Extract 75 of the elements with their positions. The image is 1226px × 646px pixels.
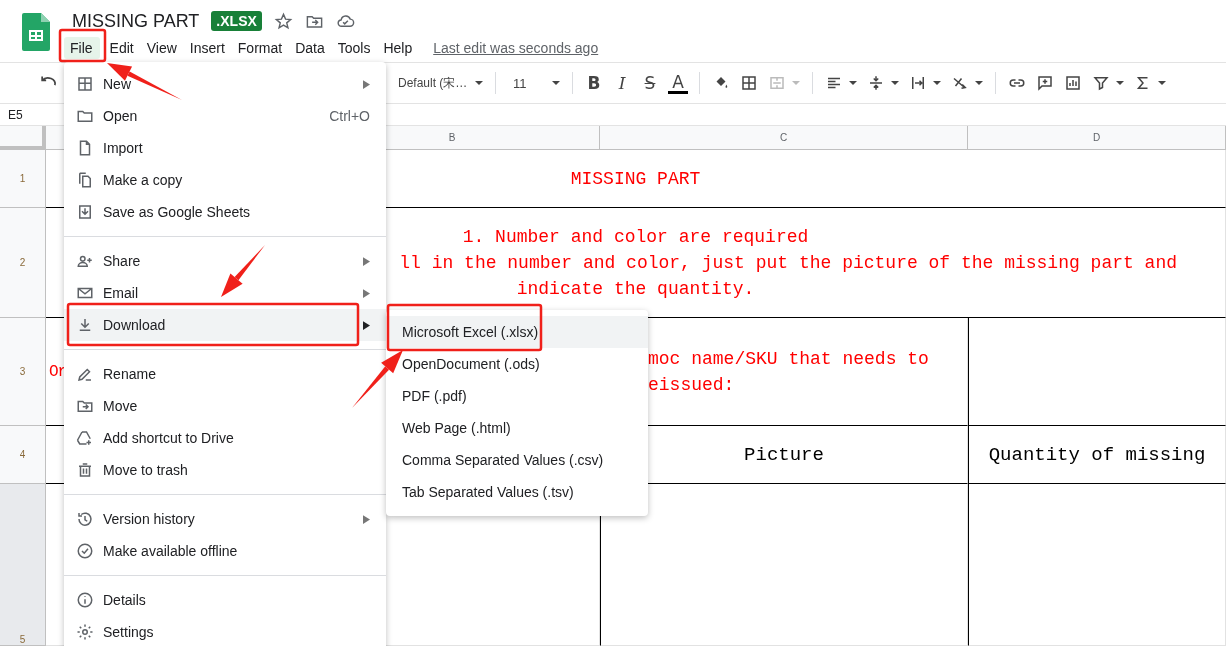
menu-item[interactable]: OpenDocument (.ods) xyxy=(386,348,648,380)
vertical-align-icon[interactable] xyxy=(867,74,885,92)
caret-icon[interactable] xyxy=(551,78,561,88)
copy-icon xyxy=(76,171,94,189)
row-header[interactable]: 3 xyxy=(0,318,46,426)
instruction-text: indicate the quantity. xyxy=(516,277,755,301)
merge-cells-icon[interactable] xyxy=(768,74,786,92)
chart-icon[interactable] xyxy=(1064,74,1082,92)
settings-icon xyxy=(76,623,94,641)
menu-item[interactable]: Microsoft Excel (.xlsx) xyxy=(386,316,648,348)
caret-icon[interactable] xyxy=(474,78,484,88)
caret-icon[interactable] xyxy=(890,78,900,88)
instruction-text: 1. Number and color are required xyxy=(462,225,809,249)
menu-item[interactable]: Move xyxy=(64,390,386,422)
menu-item[interactable]: View xyxy=(140,37,184,59)
table-cell: Quantity of missing xyxy=(968,426,1226,484)
info-icon xyxy=(76,591,94,609)
menu-item[interactable]: Tools xyxy=(331,37,378,59)
menu-item[interactable]: Email xyxy=(64,277,386,309)
text-wrap-icon[interactable] xyxy=(909,74,927,92)
menu-item[interactable]: Data xyxy=(289,37,332,59)
spreadsheet-logo-icon[interactable] xyxy=(22,13,50,51)
drive-add-icon xyxy=(76,429,94,447)
row-header[interactable]: 5 xyxy=(0,484,46,646)
menu-item[interactable]: Settings xyxy=(64,616,386,646)
caret-icon[interactable] xyxy=(848,78,858,88)
menu-item[interactable]: Share xyxy=(64,245,386,277)
format-button[interactable]: A xyxy=(668,72,688,94)
menu-item[interactable]: Format xyxy=(231,37,290,59)
menu-item[interactable]: Move to trash xyxy=(64,454,386,486)
borders-icon[interactable] xyxy=(740,74,758,92)
caret-icon[interactable] xyxy=(932,78,942,88)
column-header[interactable]: D xyxy=(968,126,1226,150)
menu-item[interactable]: Download xyxy=(64,309,386,341)
format-button[interactable]: B xyxy=(584,73,604,93)
format-button[interactable]: S xyxy=(640,73,660,93)
menu-item[interactable]: Version history xyxy=(64,503,386,535)
grid-plus-icon xyxy=(76,75,94,93)
caret-icon[interactable] xyxy=(1157,78,1167,88)
instruction-text: ll in the number and color, just put the picture of the missing part and xyxy=(399,251,1177,275)
format-button[interactable]: I xyxy=(612,73,632,93)
cell-text: moc name/SKU that needs to xyxy=(648,347,929,371)
document-title[interactable]: MISSING PART xyxy=(72,10,200,32)
menu-item[interactable]: Edit xyxy=(103,37,141,59)
star-icon[interactable] xyxy=(273,11,293,31)
menu-item[interactable]: Help xyxy=(377,37,420,59)
menu-item[interactable]: Make a copy xyxy=(64,164,386,196)
menu-item[interactable]: Make available offline xyxy=(64,535,386,567)
font-dropdown[interactable]: Default (宋… xyxy=(398,74,474,92)
download-box-icon xyxy=(76,203,94,221)
filter-icon[interactable] xyxy=(1092,74,1110,92)
menu-item[interactable]: File xyxy=(64,37,100,59)
history-icon xyxy=(76,510,94,528)
menu-item[interactable]: Rename xyxy=(64,358,386,390)
cell-text: eissued: xyxy=(648,373,735,397)
menu-item[interactable]: Details xyxy=(64,584,386,616)
menu-item[interactable]: Insert xyxy=(183,37,232,59)
menu-item[interactable]: New xyxy=(64,68,386,100)
row-header[interactable]: 2 xyxy=(0,208,46,318)
trash-icon xyxy=(76,461,94,479)
cell-text: Or xyxy=(49,362,67,381)
menu-item[interactable]: PDF (.pdf) xyxy=(386,380,648,412)
caret-icon[interactable] xyxy=(1115,78,1125,88)
last-edit-link[interactable]: Last edit was seconds ago xyxy=(433,40,599,56)
menu-item[interactable]: Add shortcut to Drive xyxy=(64,422,386,454)
row-header[interactable]: 1 xyxy=(0,150,46,208)
cell-reference[interactable]: E5 xyxy=(8,107,23,122)
caret-icon[interactable] xyxy=(974,78,984,88)
column-header[interactable]: C xyxy=(600,126,968,150)
highlight-frame xyxy=(58,28,107,63)
comment-icon[interactable] xyxy=(1036,74,1054,92)
shortcut-text: Ctrl+O xyxy=(329,108,370,124)
file-format-badge: .XLSX xyxy=(211,11,262,31)
row-header[interactable]: 4 xyxy=(0,426,46,484)
font-size-dropdown[interactable]: 11 xyxy=(503,75,551,91)
